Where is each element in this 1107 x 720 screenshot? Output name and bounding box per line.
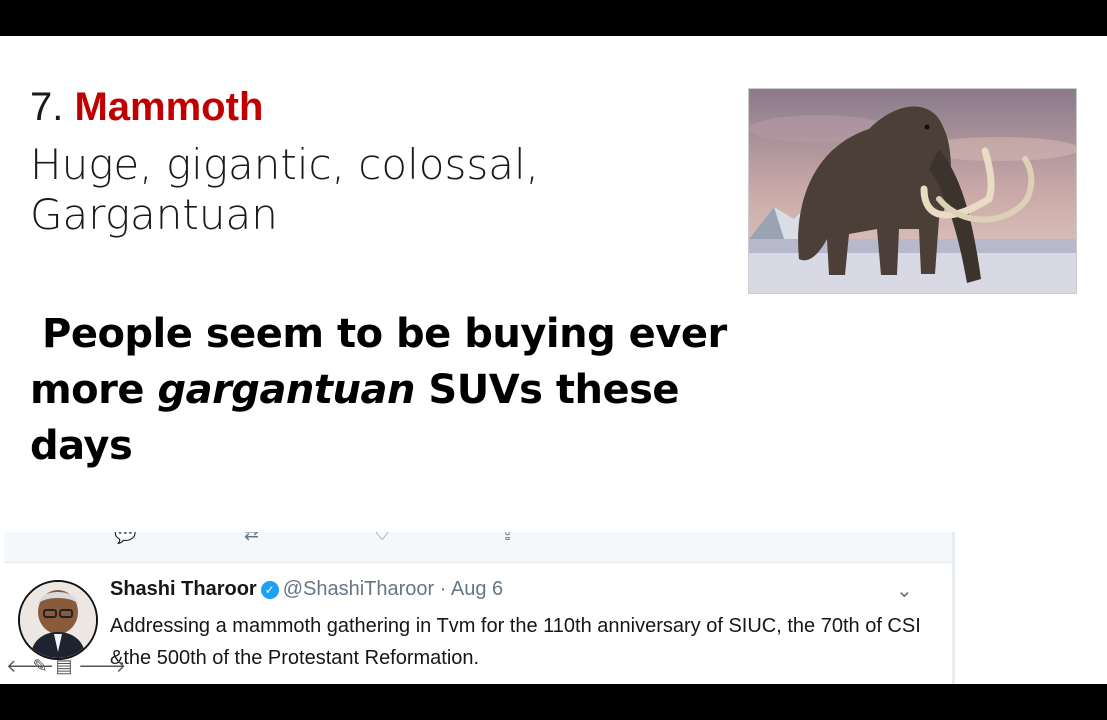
next-slide-icon[interactable]: 🡒 xyxy=(78,656,126,677)
tweet-handle[interactable]: @ShashiTharoor xyxy=(283,578,434,600)
tweet-author[interactable]: Shashi Tharoor xyxy=(110,578,257,600)
avatar[interactable] xyxy=(18,580,98,660)
tweet-action-bar: 💬 ⇄ ♡ ⇪ xyxy=(4,532,952,563)
mammoth-image xyxy=(748,88,1077,294)
slide-heading: 7. Mammoth xyxy=(30,82,263,132)
tweet-text: Addressing a mammoth gathering in Tvm fo… xyxy=(110,615,921,669)
like-icon[interactable]: ♡ xyxy=(374,532,390,545)
chevron-down-icon[interactable]: ⌄ xyxy=(896,578,913,603)
retweet-icon[interactable]: ⇄ xyxy=(244,532,259,545)
slide: 7. Mammoth Huge, gigantic, colossal, Gar… xyxy=(0,36,1107,684)
tweet-date[interactable]: Aug 6 xyxy=(451,578,503,600)
share-icon[interactable]: ⇪ xyxy=(500,532,515,545)
tweet-header: Shashi Tharoor ✓ @ShashiTharoor · Aug 6 xyxy=(110,578,503,601)
synonyms-line-2: Gargantuan xyxy=(30,190,278,239)
slide-number: 7. xyxy=(30,85,64,129)
example-pre: more xyxy=(30,367,158,413)
slide-nav-controls: 🡐 ✎ ▤ 🡒 xyxy=(6,656,126,677)
synonyms: Huge, gigantic, colossal, Gargantuan xyxy=(30,140,630,240)
example-line-2: more gargantuan SUVs these days xyxy=(30,367,680,469)
example-sentence: People seem to be buying ever more garga… xyxy=(30,306,770,474)
synonyms-line-1: Huge, gigantic, colossal, xyxy=(30,140,539,189)
verified-icon: ✓ xyxy=(260,581,279,599)
vocab-word: Mammoth xyxy=(74,85,264,129)
example-emphasis: gargantuan xyxy=(157,367,415,413)
embedded-tweet: 💬 ⇄ ♡ ⇪ Shashi Tharoor ✓ @ShashiTharoor · … xyxy=(4,532,955,684)
pen-icon[interactable]: ✎ xyxy=(30,656,50,677)
tweet-separator: · xyxy=(439,578,447,600)
slide-menu-icon[interactable]: ▤ xyxy=(54,656,74,677)
reply-icon[interactable]: 💬 xyxy=(114,532,136,545)
example-line-1: People seem to be buying ever xyxy=(42,311,727,357)
prev-slide-icon[interactable]: 🡐 xyxy=(6,656,54,677)
